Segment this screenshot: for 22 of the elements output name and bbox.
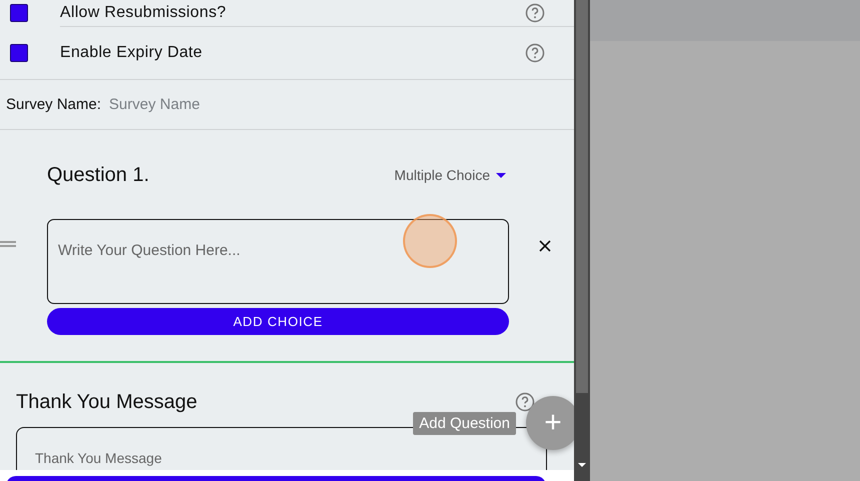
scrollbar[interactable] [574,0,590,481]
question-title: Question 1. [47,164,150,186]
checkbox[interactable] [10,4,28,22]
add-choice-button[interactable]: ADD CHOICE [47,308,509,335]
help-icon[interactable] [525,3,545,23]
field-label: Survey Name: [6,96,102,113]
question-type-dropdown[interactable]: Multiple Choice [394,167,506,183]
scroll-down-arrow-icon[interactable] [578,463,586,467]
drag-handle-icon[interactable] [0,241,16,247]
close-icon[interactable] [539,240,551,252]
checkbox[interactable] [10,44,28,62]
question-field[interactable]: Write Your Question Here... [47,219,509,304]
scrollbar-thumb[interactable] [576,0,588,393]
tooltip: Add Question [413,412,516,434]
section-title: Thank You Message [16,390,198,414]
help-icon[interactable] [525,42,545,62]
survey-name-field[interactable]: Survey Name [109,96,310,113]
caret-icon [496,172,506,178]
help-icon[interactable] [515,392,535,412]
setting-label: Allow Resubmissions? [60,4,228,22]
setting-label: Enable Expiry Date [60,44,204,62]
click-indicator [403,214,457,268]
